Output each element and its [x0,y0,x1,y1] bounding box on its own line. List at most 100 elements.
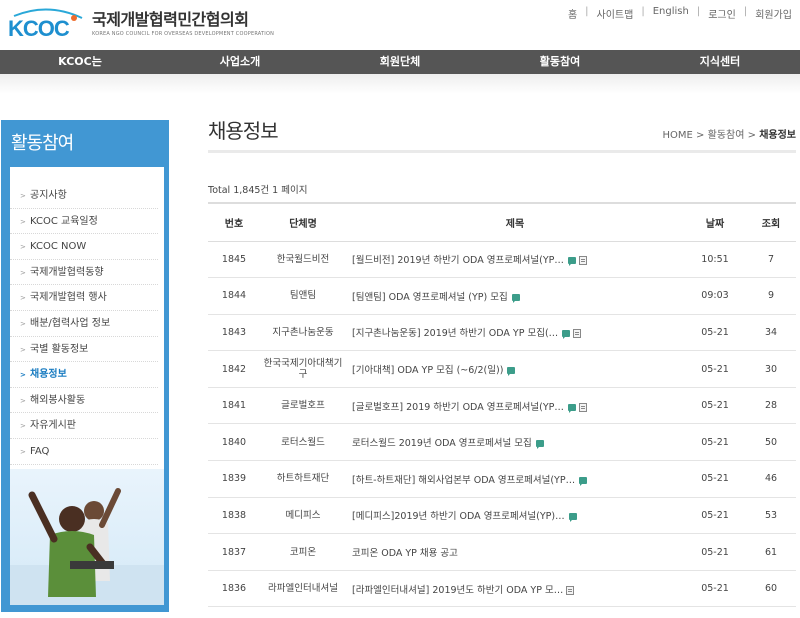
kcoc-logo-icon: KCOC [8,8,83,41]
chevron-right-icon: > [20,268,26,277]
recruit-table: 번호 단체명 제목 날짜 조회 1845 한국월드비전 [월드비전] 2019년 하… [208,202,796,608]
post-title-link[interactable]: [하트-하트재단] 해외사업본부 ODA 영프로페셔널(YP… [352,475,575,486]
table-row[interactable]: 1844 팀앤팀 [팀앤팀] ODA 영프로페셔널 (YP) 모집 09:03 9 [208,277,796,315]
cell-hits: 46 [746,460,796,498]
chevron-right-icon: > [20,396,26,405]
sidebar-item-projects[interactable]: > 배분/협력사업 정보 [10,311,158,337]
attachment-icon [578,256,587,266]
main-content: 채용정보 HOME > 활동참여 > 채용정보 Total 1,845건 1 페… [208,112,796,608]
cell-subject[interactable]: [팀앤팀] ODA 영프로페셔널 (YP) 모집 [346,277,684,315]
svg-text:KCOC: KCOC [8,16,70,41]
post-title-link[interactable]: [지구촌나눔운동] 2019년 하반기 ODA YP 모집(… [352,328,558,339]
cell-subject[interactable]: [기아대책] ODA YP 모집 (~6/2(일)) [346,350,684,388]
chevron-right-icon: > [20,243,26,252]
site-logo[interactable]: KCOC 국제개발협력민간협의회 KOREA NGO COUNCIL FOR O… [8,8,274,42]
cell-number: 1836 [208,570,260,608]
cell-date: 05-21 [684,314,746,352]
cell-subject[interactable]: [월드비전] 2019년 하반기 ODA 영프로페셔널(YP… [346,241,684,279]
cell-org: 한국월드비전 [260,241,346,279]
site-name: 국제개발협력민간협의회 [92,10,249,29]
table-row[interactable]: 1843 지구촌나눔운동 [지구촌나눔운동] 2019년 하반기 ODA YP 모집… [208,314,796,352]
cell-subject[interactable]: 로터스월드 2019년 ODA 영프로페셔널 모집 [346,423,684,462]
sidebar-item-education[interactable]: > KCOC 교육일정 [10,209,158,235]
nav-item-about[interactable]: KCOC는 [0,50,160,74]
total-count: Total 1,845건 1 페이지 [208,185,308,196]
breadcrumb-home[interactable]: HOME [663,130,693,141]
cell-subject[interactable]: [메디피스]2019년 하반기 ODA 영프로페셔널(YP)… [346,497,684,535]
sidebar-item-kcoc-now[interactable]: > KCOC NOW [10,234,158,260]
util-english-link[interactable]: English [653,6,689,21]
comment-icon [579,476,588,486]
sidebar-item-country-info[interactable]: > 국별 활동정보 [10,337,158,363]
table-row[interactable]: 1838 메디피스 [메디피스]2019년 하반기 ODA 영프로페셔널(YP)… 0… [208,497,796,535]
sidebar-item-free-board[interactable]: > 자유게시판 [10,413,158,439]
table-row[interactable]: 1840 로터스월드 로터스월드 2019년 ODA 영프로페셔널 모집 05-21 5… [208,423,796,462]
breadcrumb-section[interactable]: 활동참여 [708,130,745,141]
table-row[interactable]: 1839 하트하트재단 [하트-하트재단] 해외사업본부 ODA 영프로페셔널(YP… [208,460,796,498]
cell-date: 09:03 [684,277,746,315]
cell-number: 1845 [208,241,260,279]
cell-date: 05-21 [684,387,746,425]
col-header-hits: 조회 [746,202,796,242]
post-title-link[interactable]: [팀앤팀] ODA 영프로페셔널 (YP) 모집 [352,292,508,303]
children-illustration [10,488,164,605]
util-home-link[interactable]: 홈 [568,6,577,21]
chevron-right-icon: > [20,371,26,380]
sidebar-item-recruit[interactable]: > 채용정보 [10,362,158,388]
cell-date: 05-21 [684,533,746,571]
util-join-link[interactable]: 회원가입 [755,6,792,21]
nav-item-business[interactable]: 사업소개 [160,50,320,74]
post-title-link[interactable]: [라파엘인터내셔널] 2019년도 하반기 ODA YP 모… [352,585,563,596]
title-divider [208,150,796,153]
cell-org: 메디피스 [260,497,346,535]
util-sitemap-link[interactable]: 사이트맵 [597,6,634,21]
post-title-link[interactable]: 코피온 ODA YP 채용 공고 [352,548,458,559]
attachment-icon [578,402,587,412]
sidebar: 활동참여 > 공지사항 > KCOC 교육일정 > KCOC NOW > 국제개발협력동… [1,120,169,612]
cell-date: 05-21 [684,423,746,462]
table-row[interactable]: 1836 라파엘인터내셔널 [라파엘인터내셔널] 2019년도 하반기 ODA YP… [208,570,796,608]
sidebar-item-faq[interactable]: > FAQ [10,439,158,465]
table-header-row: 번호 단체명 제목 날짜 조회 [208,202,796,242]
table-row[interactable]: 1845 한국월드비전 [월드비전] 2019년 하반기 ODA 영프로페셔널(YP… [208,241,796,279]
chevron-right-icon: > [20,192,26,200]
cell-subject[interactable]: 코피온 ODA YP 채용 공고 [346,533,684,571]
post-title-link[interactable]: [월드비전] 2019년 하반기 ODA 영프로페셔널(YP… [352,255,564,266]
table-row[interactable]: 1841 글로벌호프 [글로벌호프] 2019 하반기 ODA 영프로페셔널(YP…… [208,387,796,425]
sidebar-item-volunteer[interactable]: > 해외봉사활동 [10,388,158,414]
cell-subject[interactable]: [라파엘인터내셔널] 2019년도 하반기 ODA YP 모… [346,570,684,608]
cell-org: 지구촌나눔운동 [260,314,346,352]
util-login-link[interactable]: 로그인 [708,6,736,21]
cell-hits: 9 [746,277,796,315]
cell-number: 1839 [208,460,260,498]
cell-date: 10:51 [684,241,746,279]
nav-item-knowledge[interactable]: 지식센터 [640,50,800,74]
table-row[interactable]: 1837 코피온 코피온 ODA YP 채용 공고 05-21 61 [208,533,796,571]
post-title-link[interactable]: 로터스월드 2019년 ODA 영프로페셔널 모집 [352,438,532,449]
cell-subject[interactable]: [하트-하트재단] 해외사업본부 ODA 영프로페셔널(YP… [346,460,684,498]
cell-org: 팀앤팀 [260,277,346,315]
table-row[interactable]: 1842 한국국제기아대책기구 [기아대책] ODA YP 모집 (~6/2(일))… [208,350,796,388]
cell-subject[interactable]: [글로벌호프] 2019 하반기 ODA 영프로페셔널(YP… [346,387,684,425]
utility-links: 홈 | 사이트맵 | English | 로그인 | 회원가입 [567,6,792,21]
breadcrumb: HOME > 활동참여 > 채용정보 [662,130,796,141]
nav-item-activities[interactable]: 활동참여 [480,50,640,74]
sidebar-item-events[interactable]: > 국제개발협력 행사 [10,285,158,311]
nav-item-members[interactable]: 회원단체 [320,50,480,74]
post-title-link[interactable]: [글로벌호프] 2019 하반기 ODA 영프로페셔널(YP… [352,402,564,413]
chevron-right-icon: > [20,217,26,226]
sidebar-item-notice[interactable]: > 공지사항 [10,183,158,209]
sidebar-item-trends[interactable]: > 국제개발협력동향 [10,260,158,286]
post-title-link[interactable]: [메디피스]2019년 하반기 ODA 영프로페셔널(YP)… [352,511,565,522]
col-header-date: 날짜 [684,202,746,242]
cell-hits: 61 [746,533,796,571]
cell-date: 05-21 [684,497,746,535]
comment-icon [507,367,516,377]
chevron-right-icon: > [20,447,26,456]
col-header-org: 단체명 [260,202,346,242]
cell-org: 하트하트재단 [260,460,346,498]
cell-hits: 50 [746,423,796,462]
cell-subject[interactable]: [지구촌나눔운동] 2019년 하반기 ODA YP 모집(… [346,314,684,352]
post-title-link[interactable]: [기아대책] ODA YP 모집 (~6/2(일)) [352,365,503,376]
cell-hits: 34 [746,314,796,352]
